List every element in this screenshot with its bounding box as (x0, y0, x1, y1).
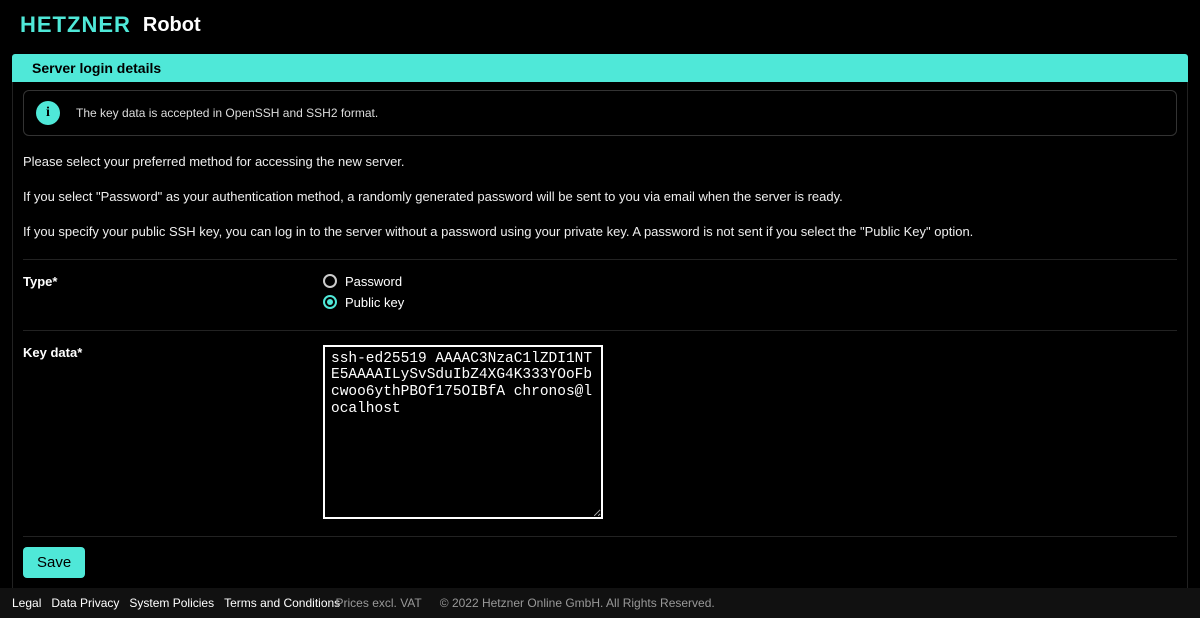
section-title: Server login details (24, 60, 1172, 76)
radio-public-key-label: Public key (345, 295, 404, 310)
keydata-label: Key data* (23, 345, 323, 522)
radio-circle-selected-icon (323, 295, 337, 309)
radio-circle-icon (323, 274, 337, 288)
radio-password-label: Password (345, 274, 402, 289)
description-p1: Please select your preferred method for … (23, 154, 1177, 171)
panel: i The key data is accepted in OpenSSH an… (12, 82, 1188, 595)
form-row-type: Type* Password Public key (23, 259, 1177, 330)
description-p3: If you specify your public SSH key, you … (23, 224, 1177, 241)
description-p2: If you select "Password" as your authent… (23, 189, 1177, 206)
footer-link-terms[interactable]: Terms and Conditions (224, 596, 340, 610)
footer: Legal Data Privacy System Policies Terms… (0, 588, 1200, 618)
type-field: Password Public key (323, 274, 1177, 316)
type-label: Type* (23, 274, 323, 316)
radio-dot-icon (327, 299, 333, 305)
footer-copyright: © 2022 Hetzner Online GmbH. All Rights R… (440, 596, 715, 610)
save-button[interactable]: Save (23, 547, 85, 578)
info-box: i The key data is accepted in OpenSSH an… (23, 90, 1177, 136)
info-text: The key data is accepted in OpenSSH and … (76, 106, 378, 120)
footer-link-legal[interactable]: Legal (12, 596, 41, 610)
actions-row: Save (23, 536, 1177, 578)
keydata-field (323, 345, 1177, 522)
radio-password[interactable]: Password (323, 274, 1177, 289)
top-bar: HETZNER Robot (0, 0, 1200, 54)
keydata-textarea[interactable] (323, 345, 603, 519)
brand-subtitle: Robot (143, 14, 201, 37)
footer-link-system-policies[interactable]: System Policies (129, 596, 214, 610)
form-row-keydata: Key data* (23, 330, 1177, 536)
section-title-bar: Server login details (12, 54, 1188, 82)
radio-public-key[interactable]: Public key (323, 295, 1177, 310)
footer-prices-note-text: Prices excl. VAT (336, 596, 422, 610)
brand-logo: HETZNER (20, 12, 131, 38)
description-block: Please select your preferred method for … (23, 154, 1177, 241)
footer-link-data-privacy[interactable]: Data Privacy (51, 596, 119, 610)
info-icon: i (36, 101, 60, 125)
